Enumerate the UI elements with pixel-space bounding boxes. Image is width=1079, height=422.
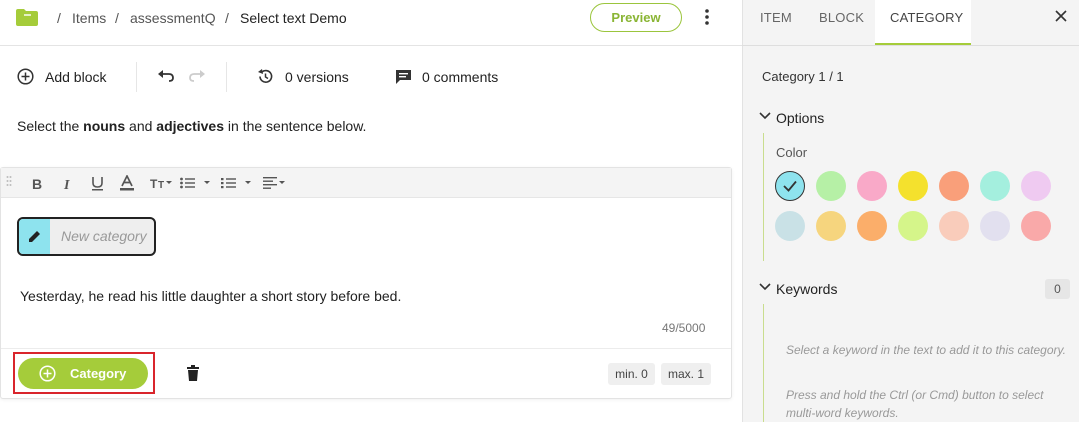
- new-category-chip[interactable]: New category: [17, 217, 156, 256]
- trash-icon[interactable]: [186, 365, 200, 381]
- keywords-section-title[interactable]: Keywords: [776, 281, 837, 297]
- comment-icon[interactable]: [395, 69, 412, 85]
- keywords-hint-ctrl: Press and hold the Ctrl (or Cmd) button …: [786, 388, 1044, 420]
- character-counter: 49/5000: [662, 321, 706, 335]
- svg-text:B: B: [32, 177, 42, 190]
- undo-icon[interactable]: [157, 69, 175, 83]
- check-icon: [783, 180, 797, 192]
- versions-button[interactable]: 0 versions: [285, 69, 349, 85]
- add-circle-icon: [39, 365, 56, 382]
- max-selection-badge[interactable]: max. 1: [661, 363, 711, 385]
- comments-button[interactable]: 0 comments: [422, 69, 498, 85]
- tab-item[interactable]: ITEM: [760, 10, 792, 25]
- new-category-label[interactable]: New category: [61, 228, 147, 244]
- kebab-menu-icon[interactable]: [700, 8, 714, 26]
- drag-handle-icon[interactable]: [6, 175, 12, 189]
- breadcrumb-separator: /: [115, 10, 119, 26]
- color-swatch[interactable]: [980, 211, 1010, 241]
- svg-text:T: T: [158, 180, 164, 189]
- color-swatch[interactable]: [898, 171, 928, 201]
- keywords-section-line: [763, 304, 764, 422]
- breadcrumb-item-assessmentq[interactable]: assessmentQ: [130, 10, 216, 26]
- options-section-line: [763, 133, 764, 261]
- color-swatch[interactable]: [1021, 171, 1051, 201]
- min-selection-badge[interactable]: min. 0: [608, 363, 655, 385]
- color-swatch[interactable]: [1021, 211, 1051, 241]
- editor-footer-divider: [1, 348, 731, 349]
- italic-icon[interactable]: I: [62, 177, 74, 190]
- tabs-divider: [742, 45, 1079, 46]
- color-swatch[interactable]: [980, 171, 1010, 201]
- chevron-down-icon[interactable]: [759, 282, 771, 292]
- toolbar-divider: [136, 62, 137, 92]
- align-icon[interactable]: [263, 177, 287, 189]
- color-swatch[interactable]: [816, 171, 846, 201]
- redo-icon[interactable]: [188, 69, 206, 83]
- history-icon[interactable]: [257, 68, 274, 85]
- color-swatch[interactable]: [775, 171, 805, 201]
- add-category-button[interactable]: Category: [18, 358, 148, 389]
- tab-block[interactable]: BLOCK: [819, 10, 864, 25]
- sentence-text[interactable]: Yesterday, he read his little daughter a…: [20, 288, 401, 304]
- text-color-icon[interactable]: [119, 175, 135, 191]
- close-icon[interactable]: [1053, 8, 1069, 24]
- folder-icon[interactable]: [16, 9, 38, 26]
- color-swatch[interactable]: [939, 171, 969, 201]
- color-swatch[interactable]: [857, 211, 887, 241]
- preview-button[interactable]: Preview: [590, 3, 682, 32]
- color-swatch[interactable]: [816, 211, 846, 241]
- pencil-icon: [29, 231, 40, 242]
- toolbar-divider: [226, 62, 227, 92]
- color-swatch[interactable]: [939, 211, 969, 241]
- breadcrumb-separator: /: [57, 10, 61, 26]
- category-color-tab: [19, 219, 50, 254]
- color-swatch-grid: [775, 171, 1065, 243]
- add-category-label: Category: [70, 366, 127, 381]
- numbered-list-icon[interactable]: [221, 177, 253, 189]
- bulleted-list-icon[interactable]: [180, 177, 212, 189]
- color-swatch[interactable]: [898, 211, 928, 241]
- chevron-down-icon[interactable]: [759, 111, 771, 121]
- add-block-button[interactable]: Add block: [45, 69, 106, 85]
- add-circle-icon[interactable]: [17, 68, 34, 85]
- keywords-count-badge: 0: [1045, 279, 1070, 299]
- breadcrumb-current: Select text Demo: [240, 10, 347, 26]
- color-swatch[interactable]: [857, 171, 887, 201]
- category-counter: Category 1 / 1: [762, 69, 844, 84]
- font-size-icon[interactable]: TT: [150, 177, 174, 189]
- question-instruction: Select the nouns and adjectives in the s…: [17, 118, 367, 134]
- keywords-hint-select: Select a keyword in the text to add it t…: [786, 343, 1066, 357]
- color-swatch[interactable]: [775, 211, 805, 241]
- rich-text-toolbar: [1, 168, 731, 198]
- underline-icon[interactable]: [91, 176, 104, 191]
- bold-icon[interactable]: B: [32, 177, 44, 190]
- svg-text:I: I: [63, 178, 70, 190]
- tab-category[interactable]: CATEGORY: [890, 10, 963, 25]
- svg-text:T: T: [150, 177, 158, 189]
- breadcrumb-item-items[interactable]: Items: [72, 10, 106, 26]
- color-label: Color: [776, 145, 808, 160]
- breadcrumb-separator: /: [225, 10, 229, 26]
- options-section-title[interactable]: Options: [776, 110, 824, 126]
